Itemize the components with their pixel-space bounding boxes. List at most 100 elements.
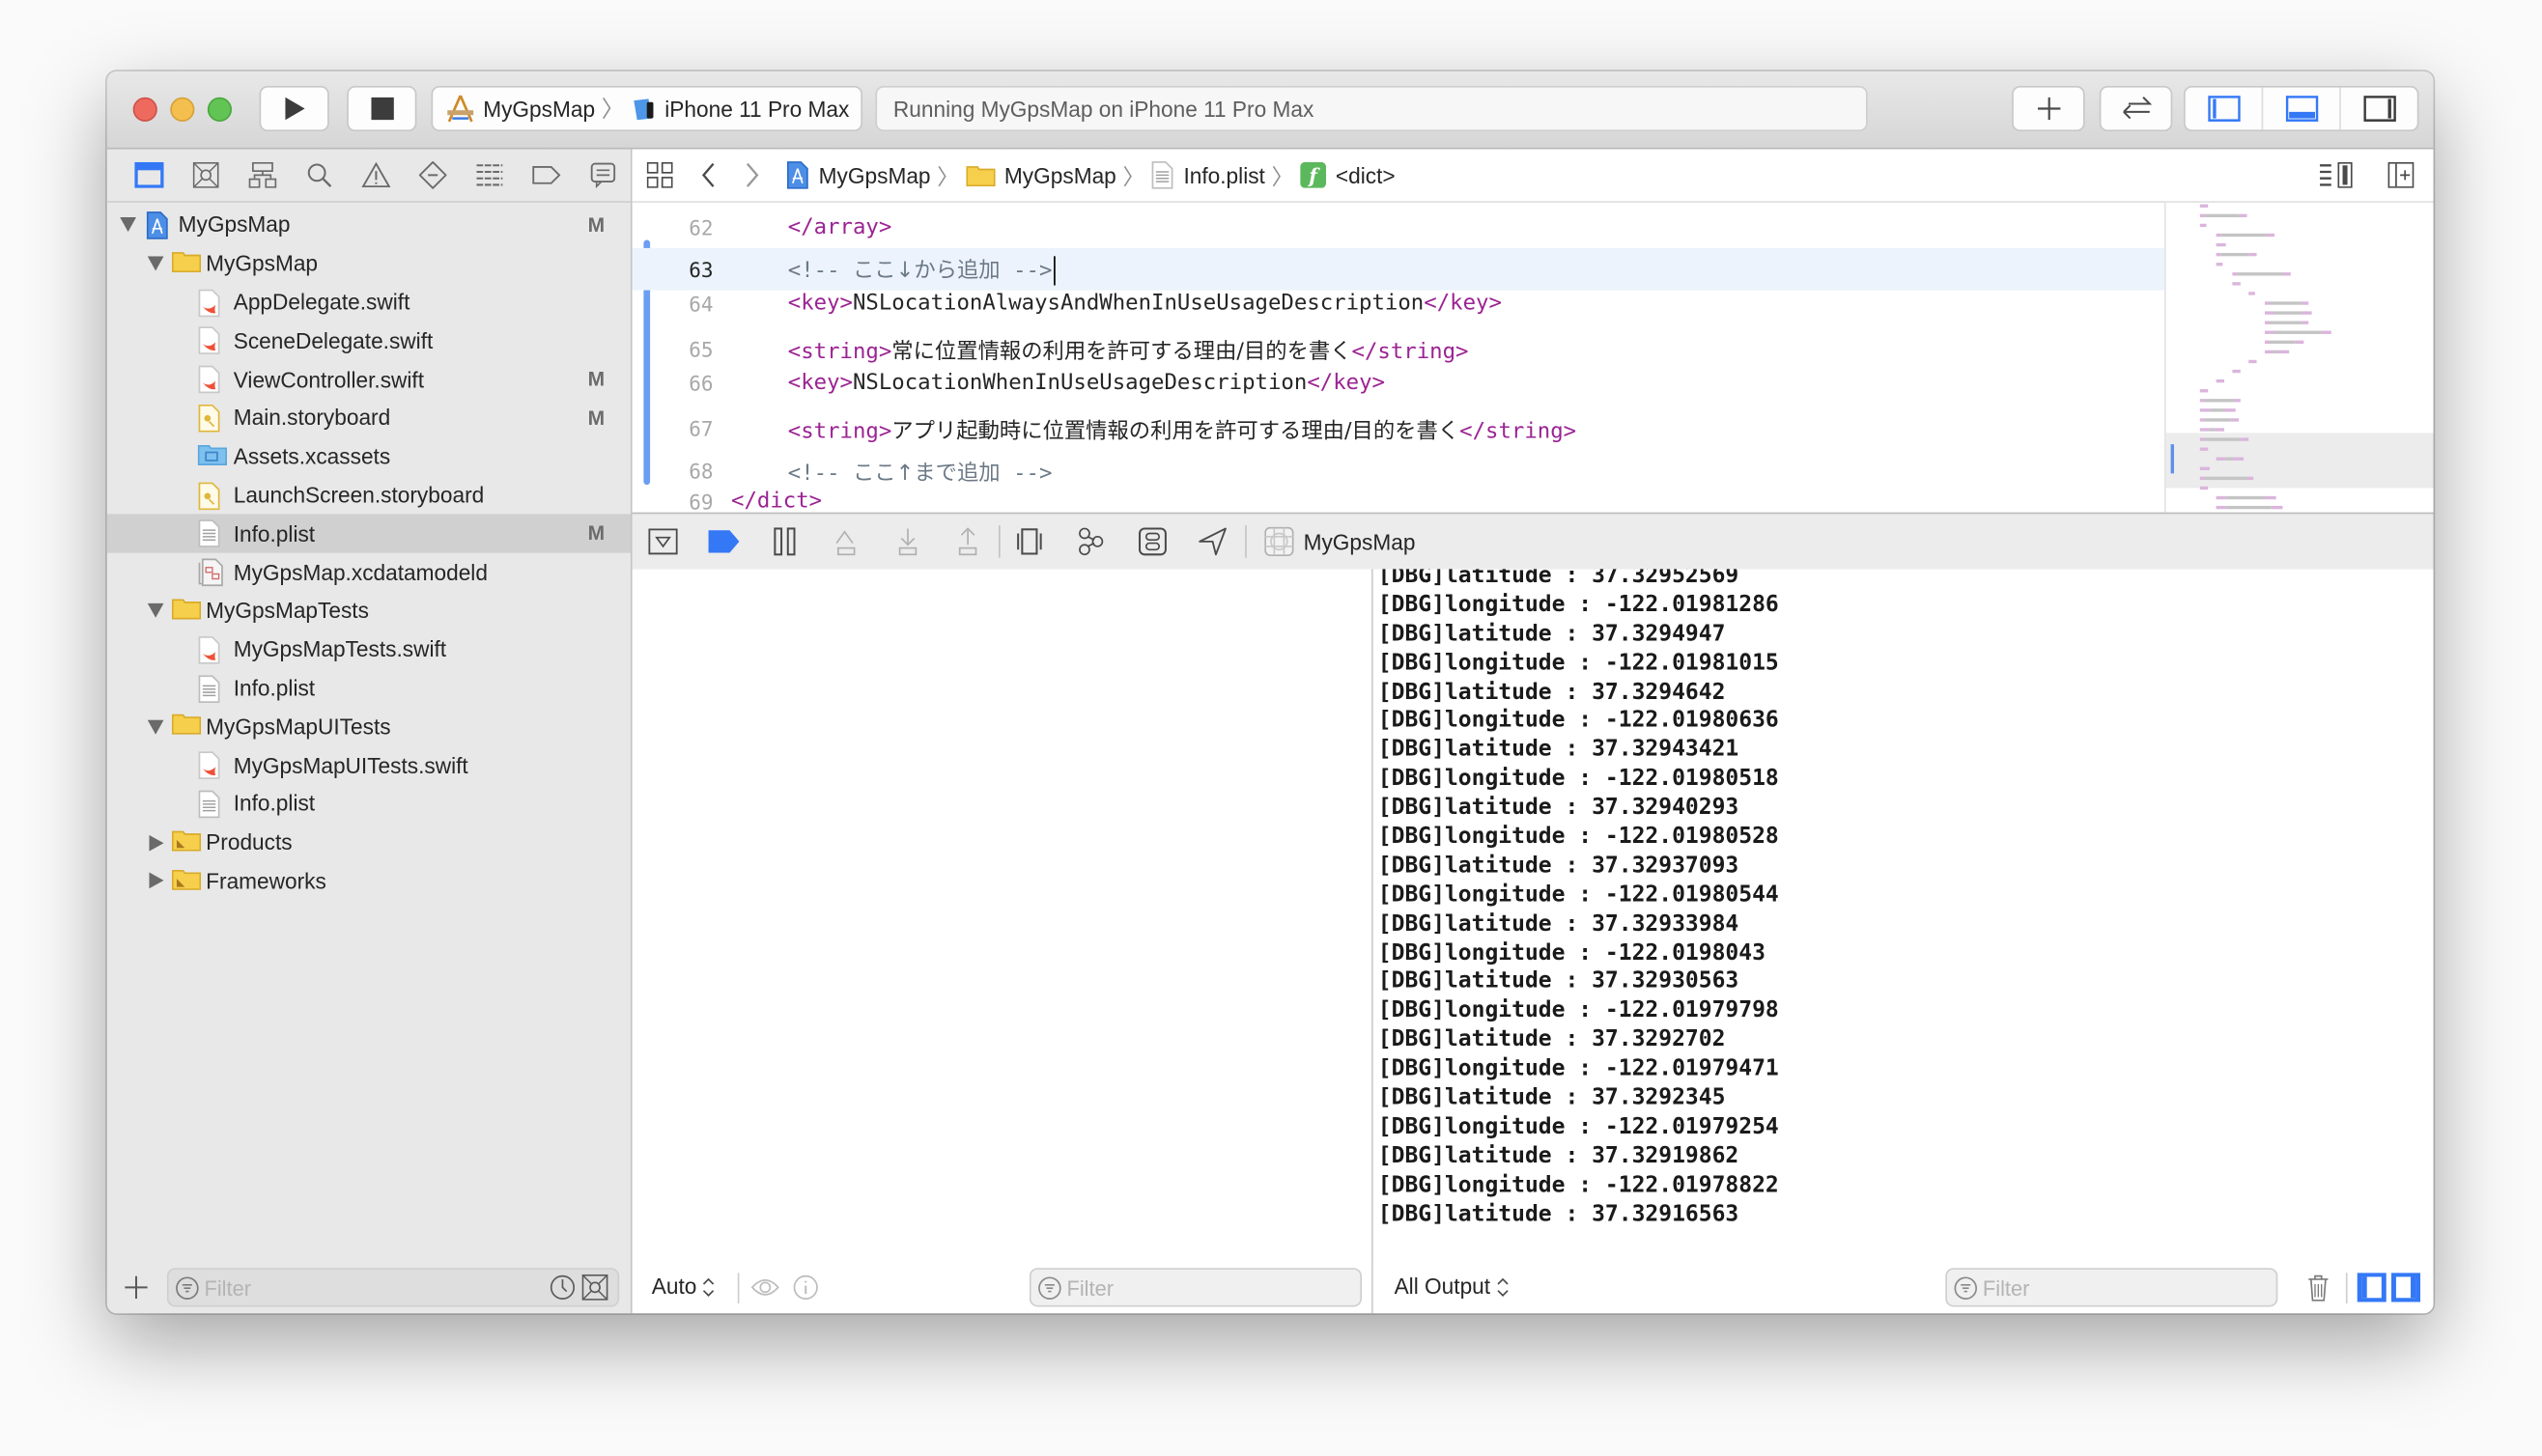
tree-item[interactable]: AppDelegate.swift	[107, 283, 631, 322]
breadcrumb-item-project[interactable]: MyGpsMap	[786, 160, 931, 189]
console-line: [DBG]longitude : -122.01979471	[1377, 1055, 1779, 1082]
tab-symbol-navigator[interactable]	[235, 155, 292, 194]
tree-item[interactable]: LaunchScreen.storyboard	[107, 476, 631, 515]
code-line[interactable]: 64 <key>NSLocationAlwaysAndWhenInUseUsage…	[633, 286, 2164, 322]
editor-options-button[interactable]	[2318, 161, 2354, 188]
variables-filter-field[interactable]: Filter	[1029, 1268, 1362, 1307]
zoom-window-button[interactable]	[207, 97, 233, 122]
tree-item[interactable]: MyGpsMapTests	[107, 592, 631, 630]
console-line: [DBG]longitude : -122.01980636	[1377, 707, 1779, 734]
disclosure-expanded-icon[interactable]	[147, 718, 164, 735]
show-console-button[interactable]	[2390, 1273, 2421, 1302]
tree-item[interactable]: SceneDelegate.swift	[107, 322, 631, 360]
tree-item[interactable]: MyGpsMapUITests.swift	[107, 746, 631, 785]
clear-console-button[interactable]	[2307, 1273, 2330, 1302]
recent-files-icon[interactable]	[550, 1274, 576, 1301]
step-over-button[interactable]	[825, 522, 867, 561]
minimap-line	[2232, 457, 2244, 461]
tab-debug-navigator[interactable]	[461, 155, 518, 194]
toggle-navigator-button[interactable]	[2186, 87, 2264, 130]
related-items-button[interactable]	[646, 161, 673, 188]
quick-look-button[interactable]	[750, 1274, 779, 1301]
minimize-window-button[interactable]	[170, 97, 195, 122]
memory-graph-icon	[1077, 527, 1106, 556]
toggle-inspector-button[interactable]	[2341, 88, 2417, 130]
tab-breakpoint-navigator[interactable]	[518, 155, 575, 194]
hide-debug-area-button[interactable]	[642, 522, 685, 561]
tree-item[interactable]: MyGpsMapUITests	[107, 708, 631, 746]
tree-item[interactable]: MyGpsMap M	[107, 206, 631, 244]
trash-icon	[2307, 1273, 2330, 1302]
scheme-selector[interactable]: MyGpsMap 〉 iPhone 11 Pro Max	[431, 86, 862, 132]
tree-item[interactable]: Info.plist	[107, 785, 631, 824]
tree-item-label: MyGpsMapTests.swift	[233, 637, 447, 662]
tab-source-control-navigator[interactable]	[178, 155, 235, 194]
source-control-filter-icon[interactable]	[581, 1274, 608, 1301]
forward-button[interactable]	[744, 162, 760, 188]
code-line[interactable]: 69 </dict>	[633, 485, 2164, 512]
code-text-area[interactable]: 62 </array> 63 <!-- ここ↓から追加 --> 64 <key>NSLoc…	[632, 203, 2164, 513]
code-line[interactable]: 65 <string>常に位置情報の利用を許可する理由/目的を書く</string…	[633, 329, 2164, 368]
tab-project-navigator[interactable]	[122, 155, 179, 194]
pause-button[interactable]	[764, 522, 806, 561]
add-editor-button[interactable]	[2387, 161, 2415, 188]
code-line[interactable]: 62 </array>	[633, 210, 2164, 245]
output-selector-label: All Output	[1394, 1274, 1491, 1300]
disclosure-expanded-icon[interactable]	[147, 602, 164, 619]
code-review-button[interactable]	[2099, 86, 2173, 132]
console-line: [DBG]latitude : 37.32943421	[1377, 736, 1739, 763]
back-button[interactable]	[700, 162, 717, 188]
debug-memory-graph-button[interactable]	[1070, 522, 1113, 561]
add-file-button[interactable]	[125, 1275, 148, 1300]
library-button[interactable]	[2012, 86, 2085, 132]
line-number: 68	[689, 458, 714, 483]
tab-find-navigator[interactable]	[292, 155, 349, 194]
disclosure-collapsed-icon[interactable]	[148, 834, 164, 852]
disclosure-collapsed-icon[interactable]	[148, 873, 164, 889]
tree-item[interactable]: Info.plist M	[106, 514, 631, 553]
disclosure-expanded-icon[interactable]	[147, 256, 164, 272]
toggle-debug-area-button[interactable]	[2263, 87, 2341, 130]
run-button[interactable]	[259, 86, 329, 132]
environment-overrides-button[interactable]	[1132, 522, 1174, 561]
show-variables-view-button[interactable]	[2357, 1273, 2387, 1302]
output-selector[interactable]: All Output	[1395, 1274, 1511, 1299]
navigator-filter-field[interactable]: Filter	[166, 1268, 620, 1307]
code-token: 常に位置情報の利用を許可する理由/目的を書く	[891, 339, 1352, 365]
tree-item-label: SceneDelegate.swift	[233, 328, 434, 353]
tree-item[interactable]: Frameworks	[107, 862, 631, 901]
tree-item[interactable]: Products	[107, 824, 631, 862]
code-line[interactable]: 63 <!-- ここ↓から追加 -->	[632, 247, 2164, 291]
close-window-button[interactable]	[132, 97, 157, 122]
breadcrumb-item-file[interactable]: Info.plist	[1151, 160, 1265, 189]
variables-scope-selector[interactable]: Auto	[652, 1274, 715, 1299]
disclosure-expanded-icon[interactable]	[120, 217, 136, 234]
tree-item[interactable]: MyGpsMapTests.swift	[107, 630, 631, 669]
breadcrumb-item-symbol[interactable]: f <dict>	[1299, 161, 1396, 188]
console-output[interactable]: [DBG]latitude : 37.32952569 [DBG]longitud…	[1372, 569, 2434, 1314]
tree-item[interactable]: MyGpsMap.xcdatamodeld	[107, 553, 631, 592]
code-line[interactable]: 66 <key>NSLocationWhenInUseUsageDescripti…	[633, 365, 2164, 401]
process-selector[interactable]: MyGpsMap	[1264, 514, 1415, 569]
step-out-button[interactable]	[946, 522, 989, 561]
toggle-breakpoints-button[interactable]	[703, 522, 746, 561]
tree-item[interactable]: MyGpsMap	[107, 244, 631, 283]
code-line[interactable]: 68 <!-- ここ↑まで追加 -->	[633, 451, 2164, 490]
tree-item[interactable]: ViewController.swift M	[107, 360, 631, 399]
divider	[998, 525, 1001, 558]
stop-button[interactable]	[347, 86, 417, 132]
tree-item[interactable]: Main.storyboard M	[107, 399, 631, 437]
debug-view-hierarchy-button[interactable]	[1008, 522, 1051, 561]
simulate-location-button[interactable]	[1192, 522, 1234, 561]
tab-report-navigator[interactable]	[574, 155, 631, 194]
console-filter-field[interactable]: Filter	[1945, 1268, 2278, 1307]
tree-item[interactable]: Assets.xcassets	[107, 437, 631, 476]
tab-issue-navigator[interactable]	[348, 155, 405, 194]
tab-test-navigator[interactable]	[405, 155, 462, 194]
minimap[interactable]	[2163, 202, 2434, 513]
print-description-button[interactable]	[793, 1274, 819, 1301]
tree-item[interactable]: Info.plist	[107, 669, 631, 708]
code-line[interactable]: 67 <string>アプリ起動時に位置情報の利用を許可する理由/目的を書く</s…	[633, 407, 2164, 450]
breadcrumb-item-group[interactable]: MyGpsMap	[965, 163, 1116, 187]
step-into-button[interactable]	[887, 522, 929, 561]
